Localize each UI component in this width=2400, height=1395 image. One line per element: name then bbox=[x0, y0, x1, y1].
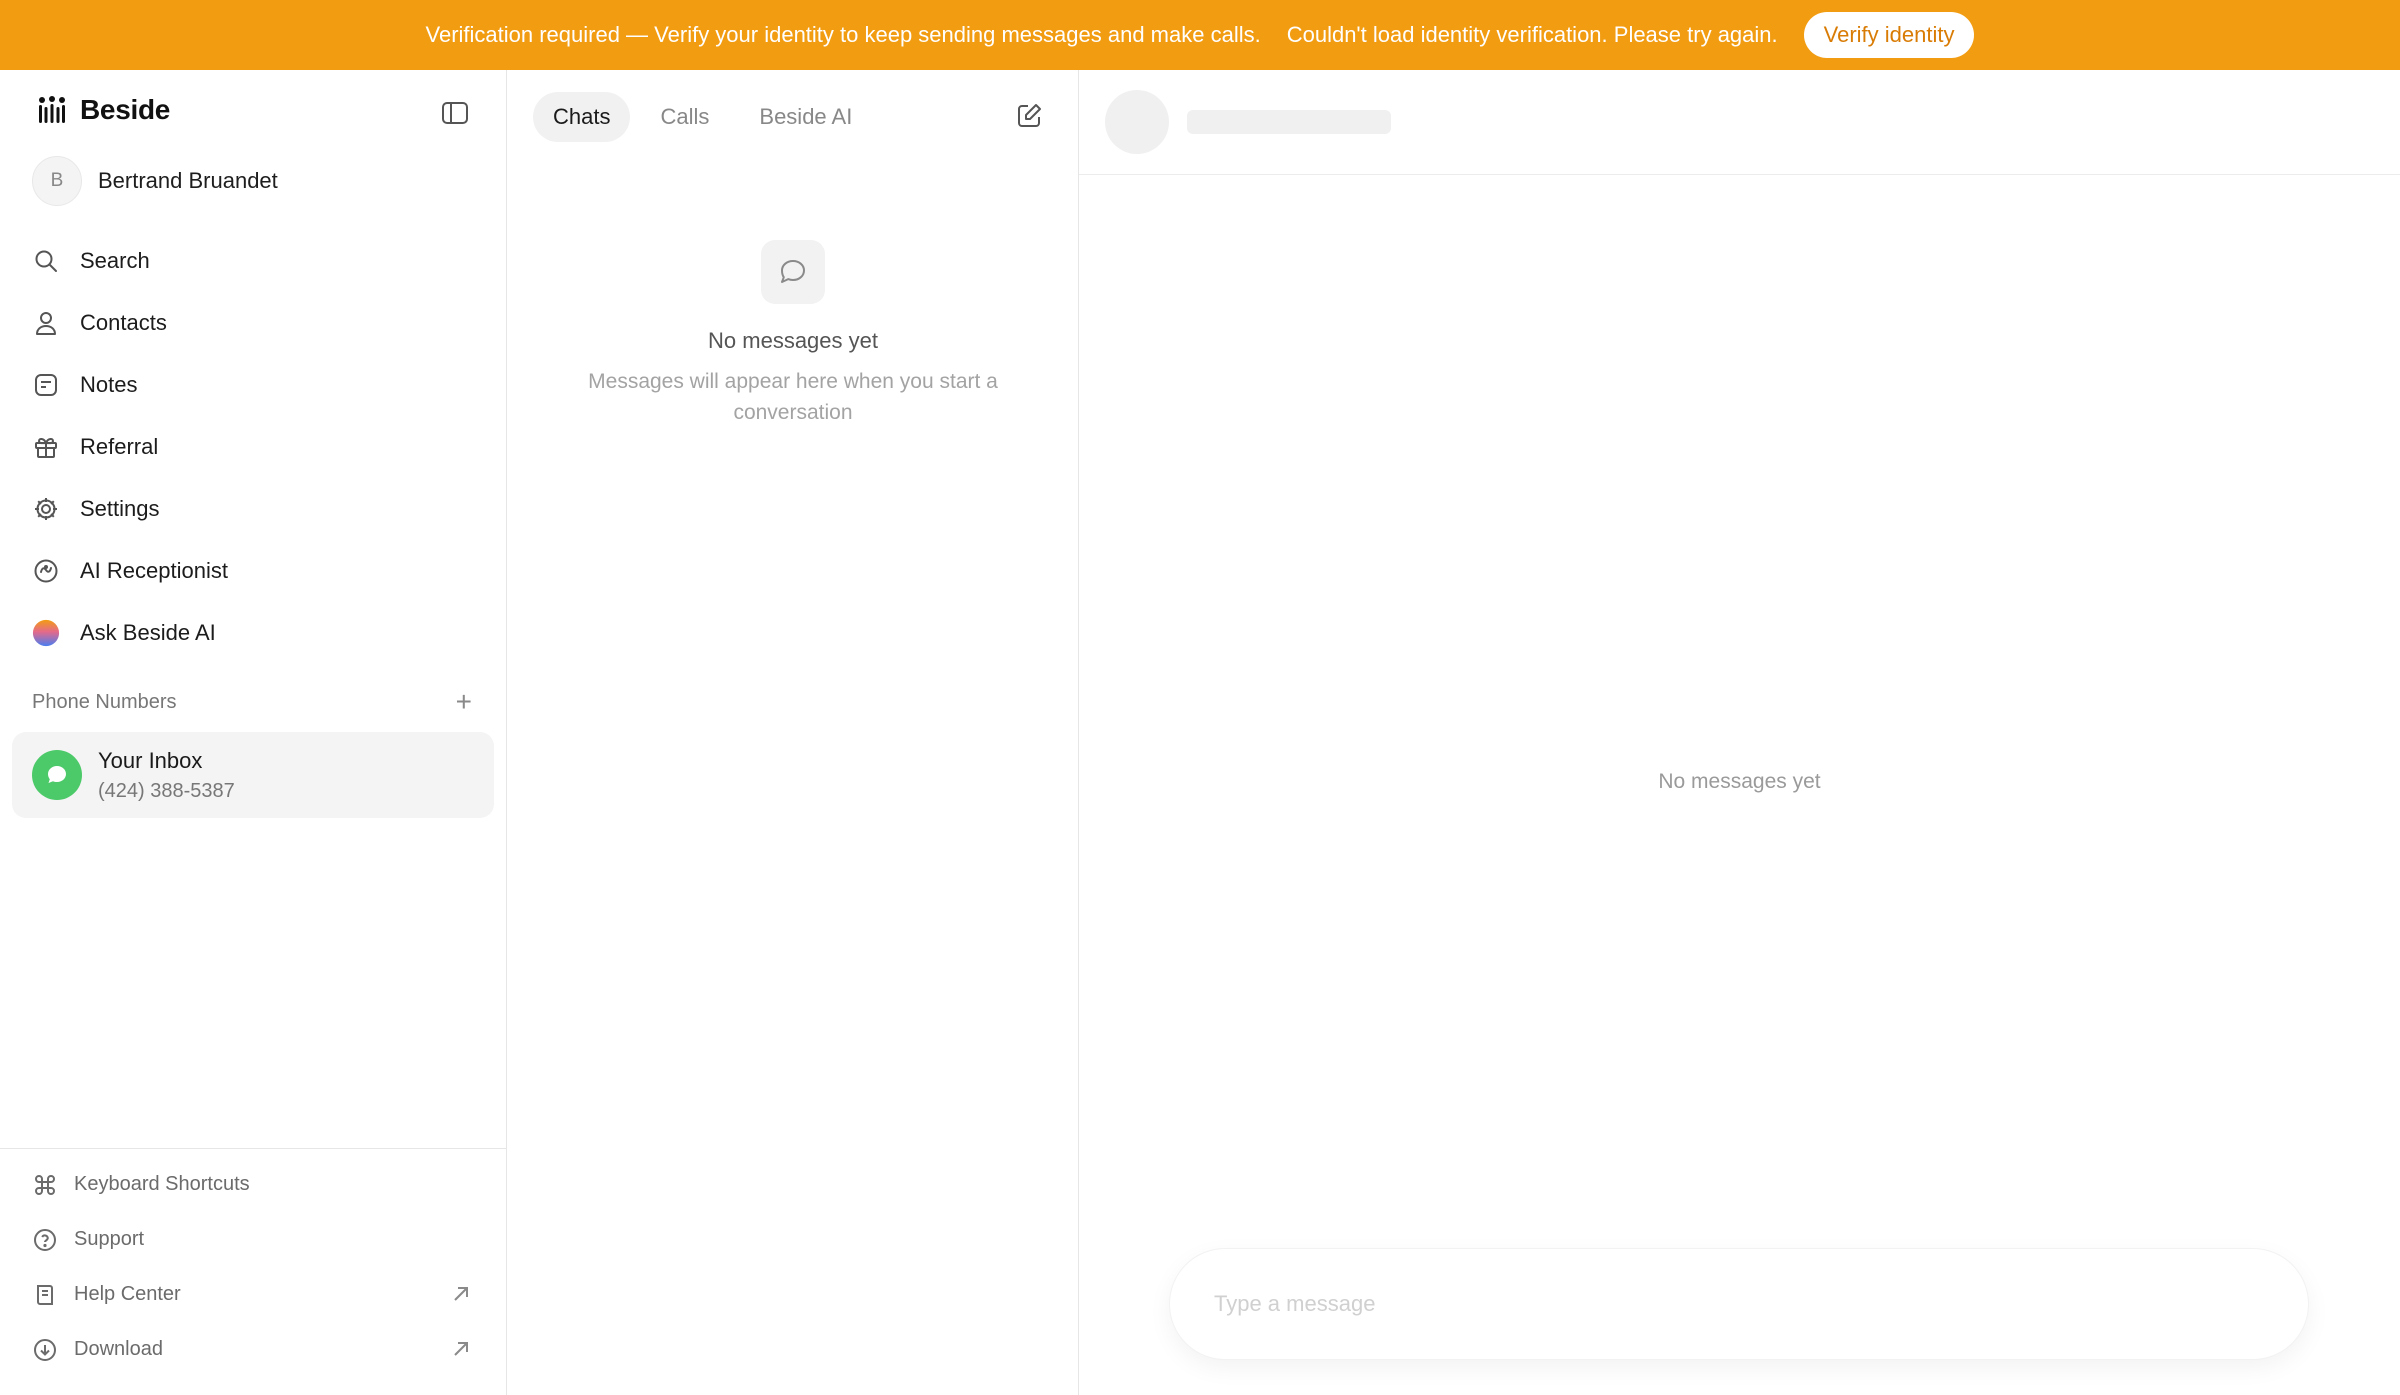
user-profile[interactable]: B Bertrand Bruandet bbox=[32, 156, 278, 206]
message-composer bbox=[1169, 1248, 2309, 1360]
external-link-icon bbox=[454, 1287, 468, 1301]
support-link[interactable]: Support bbox=[0, 1212, 507, 1267]
sidebar-toggle-icon bbox=[442, 102, 468, 124]
nav-label: Settings bbox=[80, 496, 160, 521]
download-icon bbox=[32, 1337, 58, 1363]
add-phone-number-button[interactable]: + bbox=[456, 688, 472, 716]
nav-contacts[interactable]: Contacts bbox=[0, 292, 507, 354]
conversation-empty-text: No messages yet bbox=[1658, 770, 1821, 793]
nav-notes[interactable]: Notes bbox=[0, 354, 507, 416]
user-name: Bertrand Bruandet bbox=[98, 168, 278, 193]
empty-title: No messages yet bbox=[708, 328, 878, 353]
nav-label: Notes bbox=[80, 372, 138, 397]
external-link-icon bbox=[454, 1342, 468, 1356]
conversation-list-panel: Chats Calls Beside AI No messages yet Me… bbox=[507, 70, 1079, 1395]
download-link[interactable]: Download bbox=[0, 1322, 507, 1377]
nav-label: AI Receptionist bbox=[80, 558, 228, 583]
toggle-sidebar-button[interactable] bbox=[438, 96, 472, 130]
gradient-orb-icon bbox=[32, 619, 60, 647]
tab-calls[interactable]: Calls bbox=[640, 92, 729, 142]
banner-message: Verification required — Verify your iden… bbox=[425, 22, 1261, 47]
verify-identity-button[interactable]: Verify identity bbox=[1803, 12, 1975, 58]
conversation-header bbox=[1079, 70, 2400, 175]
list-tabs: Chats Calls Beside AI bbox=[533, 92, 872, 142]
search-icon bbox=[32, 247, 60, 275]
verification-banner: Verification required — Verify your iden… bbox=[0, 0, 2400, 70]
note-icon bbox=[32, 371, 60, 399]
brand[interactable]: Beside bbox=[36, 94, 170, 126]
compose-icon bbox=[1018, 104, 1041, 127]
nav-label: Search bbox=[80, 248, 150, 273]
section-title: Phone Numbers bbox=[32, 690, 177, 713]
inbox-number: (424) 388-5387 bbox=[98, 779, 235, 802]
help-circle-icon bbox=[32, 1227, 58, 1253]
nav-referral[interactable]: Referral bbox=[0, 416, 507, 478]
empty-subtitle: Messages will appear here when you start… bbox=[588, 370, 998, 424]
chat-bubble-icon bbox=[32, 750, 82, 800]
beside-logo-icon bbox=[39, 96, 65, 123]
skeleton-avatar bbox=[1105, 90, 1169, 154]
footer-label: Help Center bbox=[74, 1283, 181, 1305]
command-icon bbox=[32, 1172, 58, 1198]
skeleton-name bbox=[1187, 110, 1391, 134]
main-nav: Search Contacts Notes Referral Settings bbox=[0, 230, 507, 664]
compose-button[interactable] bbox=[1011, 98, 1047, 134]
footer-label: Keyboard Shortcuts bbox=[74, 1173, 250, 1195]
nav-label: Contacts bbox=[80, 310, 167, 335]
conversation-panel: No messages yet bbox=[1079, 70, 2400, 1395]
message-input[interactable] bbox=[1214, 1291, 2254, 1317]
keyboard-shortcuts-link[interactable]: Keyboard Shortcuts bbox=[0, 1157, 507, 1212]
gift-icon bbox=[32, 433, 60, 461]
inbox-item[interactable]: Your Inbox (424) 388-5387 bbox=[12, 732, 494, 818]
nav-label: Ask Beside AI bbox=[80, 620, 216, 645]
avatar: B bbox=[32, 156, 82, 206]
phone-numbers-header: Phone Numbers + bbox=[32, 688, 472, 716]
chat-bubble-icon bbox=[761, 240, 825, 304]
nav-label: Referral bbox=[80, 434, 159, 459]
receptionist-icon bbox=[32, 557, 60, 585]
sidebar-footer: Keyboard Shortcuts Support Help Center D… bbox=[0, 1148, 507, 1377]
nav-settings[interactable]: Settings bbox=[0, 478, 507, 540]
footer-label: Download bbox=[74, 1338, 163, 1360]
gear-icon bbox=[32, 495, 60, 523]
tab-chats[interactable]: Chats bbox=[533, 92, 631, 142]
banner-error: Couldn't load identity verification. Ple… bbox=[1286, 22, 1778, 47]
footer-label: Support bbox=[74, 1228, 145, 1250]
inbox-title: Your Inbox bbox=[98, 747, 203, 773]
brand-name: Beside bbox=[80, 94, 171, 125]
nav-ask-beside-ai[interactable]: Ask Beside AI bbox=[0, 602, 507, 664]
nav-search[interactable]: Search bbox=[0, 230, 507, 292]
nav-ai-receptionist[interactable]: AI Receptionist bbox=[0, 540, 507, 602]
empty-chats-state: No messages yet Messages will appear her… bbox=[507, 240, 1079, 428]
book-icon bbox=[32, 1282, 58, 1308]
person-icon bbox=[32, 309, 60, 337]
help-center-link[interactable]: Help Center bbox=[0, 1267, 507, 1322]
sidebar: Beside B Bertrand Bruandet Search Contac… bbox=[0, 70, 507, 1395]
tab-beside-ai[interactable]: Beside AI bbox=[739, 92, 872, 142]
